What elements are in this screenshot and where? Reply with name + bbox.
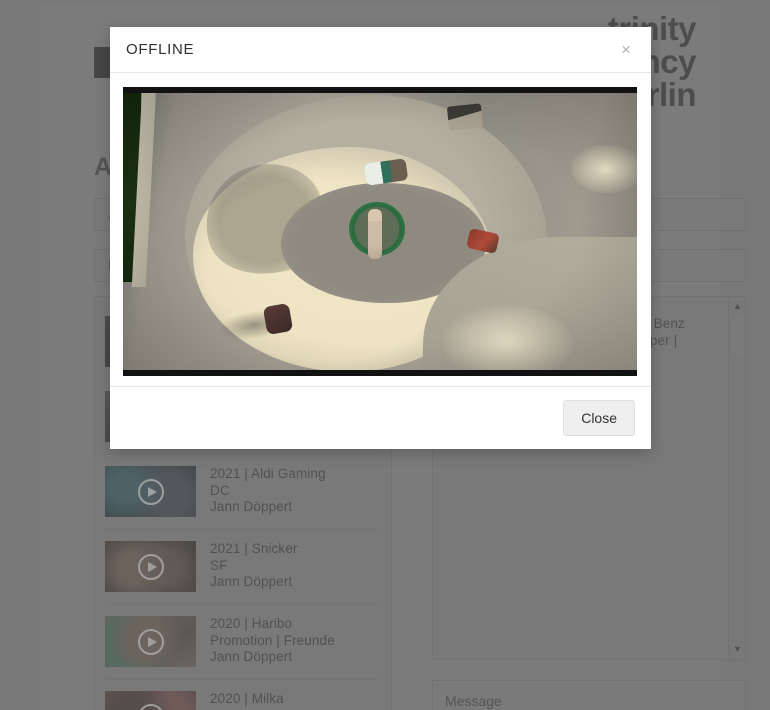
letterbox-bottom (123, 370, 637, 376)
modal-title: OFFLINE (126, 41, 195, 58)
close-button[interactable]: Close (563, 400, 635, 436)
close-icon[interactable]: × (615, 39, 637, 61)
screen: Showreel trinity agency berlin ADD NEW J… (0, 0, 770, 710)
modal-body (110, 73, 651, 386)
offline-modal: OFFLINE × Close (110, 27, 651, 449)
modal-header: OFFLINE × (110, 27, 651, 73)
vignette (123, 87, 637, 376)
modal-footer: Close (110, 386, 651, 449)
video-player[interactable] (123, 87, 637, 376)
letterbox-top (123, 87, 637, 93)
